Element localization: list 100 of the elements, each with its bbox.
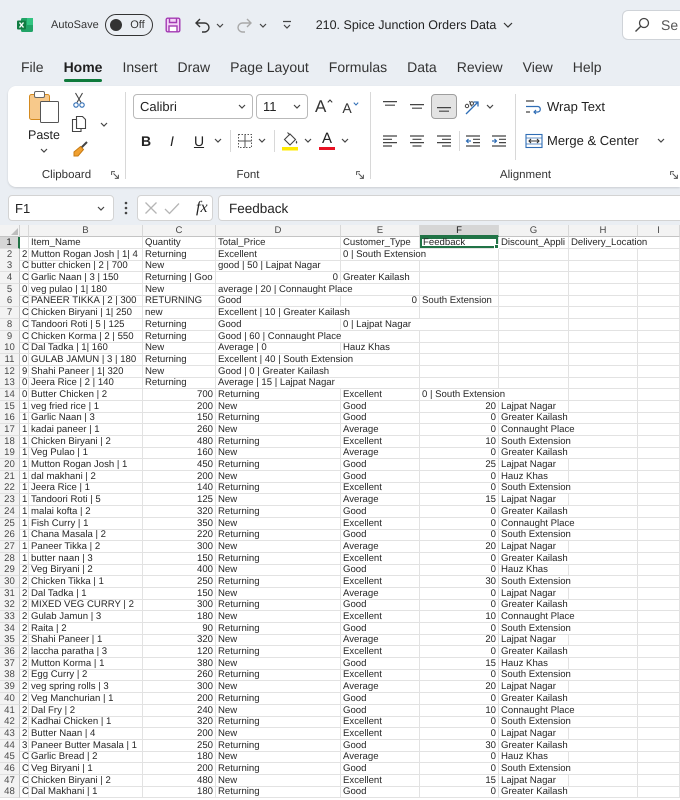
ribbon-tab[interactable]: Insert [122, 50, 158, 84]
underline-button[interactable]: U [189, 128, 209, 152]
caret-icon[interactable] [304, 138, 312, 143]
row-header[interactable]: 32 [0, 599, 20, 612]
row-header[interactable]: 44 [0, 740, 20, 752]
toolbar-menu-icon[interactable] [282, 20, 292, 30]
caret-icon[interactable] [258, 138, 266, 143]
text-orientation-icon[interactable] [463, 98, 481, 114]
paintbrush-icon[interactable] [72, 140, 90, 158]
row-header[interactable]: 40 [0, 692, 20, 705]
font-size-field[interactable]: 11 [256, 94, 308, 119]
row-header[interactable]: 3 [0, 260, 20, 272]
column-header[interactable]: D [216, 225, 341, 237]
row-header[interactable]: 35 [0, 634, 20, 646]
indent-increase-icon[interactable] [491, 134, 507, 146]
row-header[interactable]: 11 [0, 354, 20, 366]
column-header[interactable]: F [420, 225, 499, 237]
row-header[interactable]: 1 [0, 237, 20, 249]
formula-input[interactable]: Feedback [218, 195, 680, 221]
row-header[interactable]: 36 [0, 646, 20, 658]
row-header[interactable]: 23 [0, 494, 20, 506]
dialog-launcher-icon[interactable] [670, 171, 678, 179]
row-header[interactable]: 27 [0, 540, 20, 553]
column-header[interactable]: H [569, 225, 638, 237]
align-center-icon[interactable] [409, 134, 425, 146]
row-header[interactable]: 24 [0, 506, 20, 518]
row-header[interactable]: 34 [0, 622, 20, 635]
caret-icon[interactable] [341, 138, 349, 143]
row-header[interactable]: 46 [0, 762, 20, 775]
ribbon-tab[interactable]: Formulas [328, 50, 388, 84]
row-header[interactable]: 31 [0, 588, 20, 600]
caret-icon[interactable] [486, 104, 494, 109]
shrink-font-button[interactable]: A [342, 98, 359, 114]
ribbon-tab[interactable]: Home [64, 50, 102, 84]
bold-button[interactable]: B [136, 128, 156, 152]
caret-icon[interactable] [258, 22, 267, 28]
row-header[interactable]: 15 [0, 400, 20, 413]
font-color-button[interactable]: A [318, 130, 336, 150]
row-header[interactable]: 42 [0, 716, 20, 728]
row-header[interactable]: 39 [0, 681, 20, 694]
align-top-icon[interactable] [382, 101, 398, 106]
fill-handle[interactable] [494, 244, 499, 249]
row-header[interactable]: 7 [0, 307, 20, 320]
row-header[interactable]: 19 [0, 447, 20, 460]
ribbon-tab[interactable]: Page Layout [230, 50, 309, 84]
italic-button[interactable]: I [162, 128, 182, 152]
row-header[interactable]: 25 [0, 518, 20, 530]
font-name-field[interactable]: Calibri [133, 94, 253, 119]
row-header[interactable]: 12 [0, 366, 20, 378]
row-header[interactable]: 47 [0, 774, 20, 787]
row-header[interactable]: 41 [0, 704, 20, 716]
row-header[interactable]: 4 [0, 272, 20, 284]
row-header[interactable]: 10 [0, 342, 20, 354]
undo-icon[interactable] [192, 16, 211, 34]
row-header[interactable]: 48 [0, 786, 20, 798]
row-header[interactable]: 22 [0, 482, 20, 494]
save-icon[interactable] [164, 17, 181, 33]
row-header[interactable]: 5 [0, 284, 20, 296]
row-header[interactable]: 9 [0, 330, 20, 342]
dialog-launcher-icon[interactable] [356, 171, 364, 179]
row-header[interactable]: 43 [0, 728, 20, 740]
row-header[interactable]: 14 [0, 388, 20, 401]
autosave-toggle[interactable]: Off [104, 14, 153, 36]
search-field[interactable]: Se [622, 10, 680, 40]
scissors-icon[interactable] [72, 92, 86, 108]
merge-center-button[interactable]: Merge & Center [525, 128, 639, 153]
row-header[interactable]: 28 [0, 552, 20, 565]
row-header[interactable]: 45 [0, 751, 20, 764]
row-header[interactable]: 20 [0, 459, 20, 472]
row-header[interactable]: 38 [0, 669, 20, 682]
caret-icon[interactable] [216, 22, 224, 28]
row-header[interactable]: 2 [0, 248, 20, 261]
row-header[interactable]: 26 [0, 529, 20, 542]
ribbon-tab[interactable]: Help [572, 50, 602, 84]
paint-bucket-icon[interactable] [281, 130, 299, 150]
ribbon-tab[interactable]: Review [456, 50, 503, 84]
row-header[interactable]: 33 [0, 611, 20, 623]
row-header[interactable]: 16 [0, 412, 20, 424]
more-options-icon[interactable] [124, 201, 128, 215]
align-left-icon[interactable] [382, 134, 398, 146]
column-header[interactable]: C [143, 225, 216, 237]
row-header[interactable]: 29 [0, 564, 20, 576]
column-header[interactable]: E [341, 225, 420, 237]
indent-decrease-icon[interactable] [465, 134, 481, 146]
row-header[interactable]: 17 [0, 424, 20, 436]
grow-font-button[interactable]: A [315, 98, 334, 115]
ribbon-tab[interactable]: Draw [177, 50, 210, 84]
ribbon-tab[interactable]: View [522, 50, 553, 84]
document-title[interactable]: 210. Spice Junction Orders Data [316, 18, 514, 32]
pages-icon[interactable] [70, 115, 88, 133]
insert-function-button[interactable]: fx [196, 199, 208, 217]
align-right-icon[interactable] [436, 134, 452, 146]
name-box[interactable]: F1 [8, 195, 114, 221]
paste-button[interactable]: Paste [20, 90, 68, 158]
row-header[interactable]: 30 [0, 576, 20, 588]
row-header[interactable]: 13 [0, 377, 20, 390]
column-header[interactable]: G [499, 225, 569, 237]
ribbon-tab[interactable]: File [21, 50, 44, 84]
column-header[interactable]: B [29, 225, 143, 237]
row-header[interactable]: 6 [0, 295, 20, 308]
